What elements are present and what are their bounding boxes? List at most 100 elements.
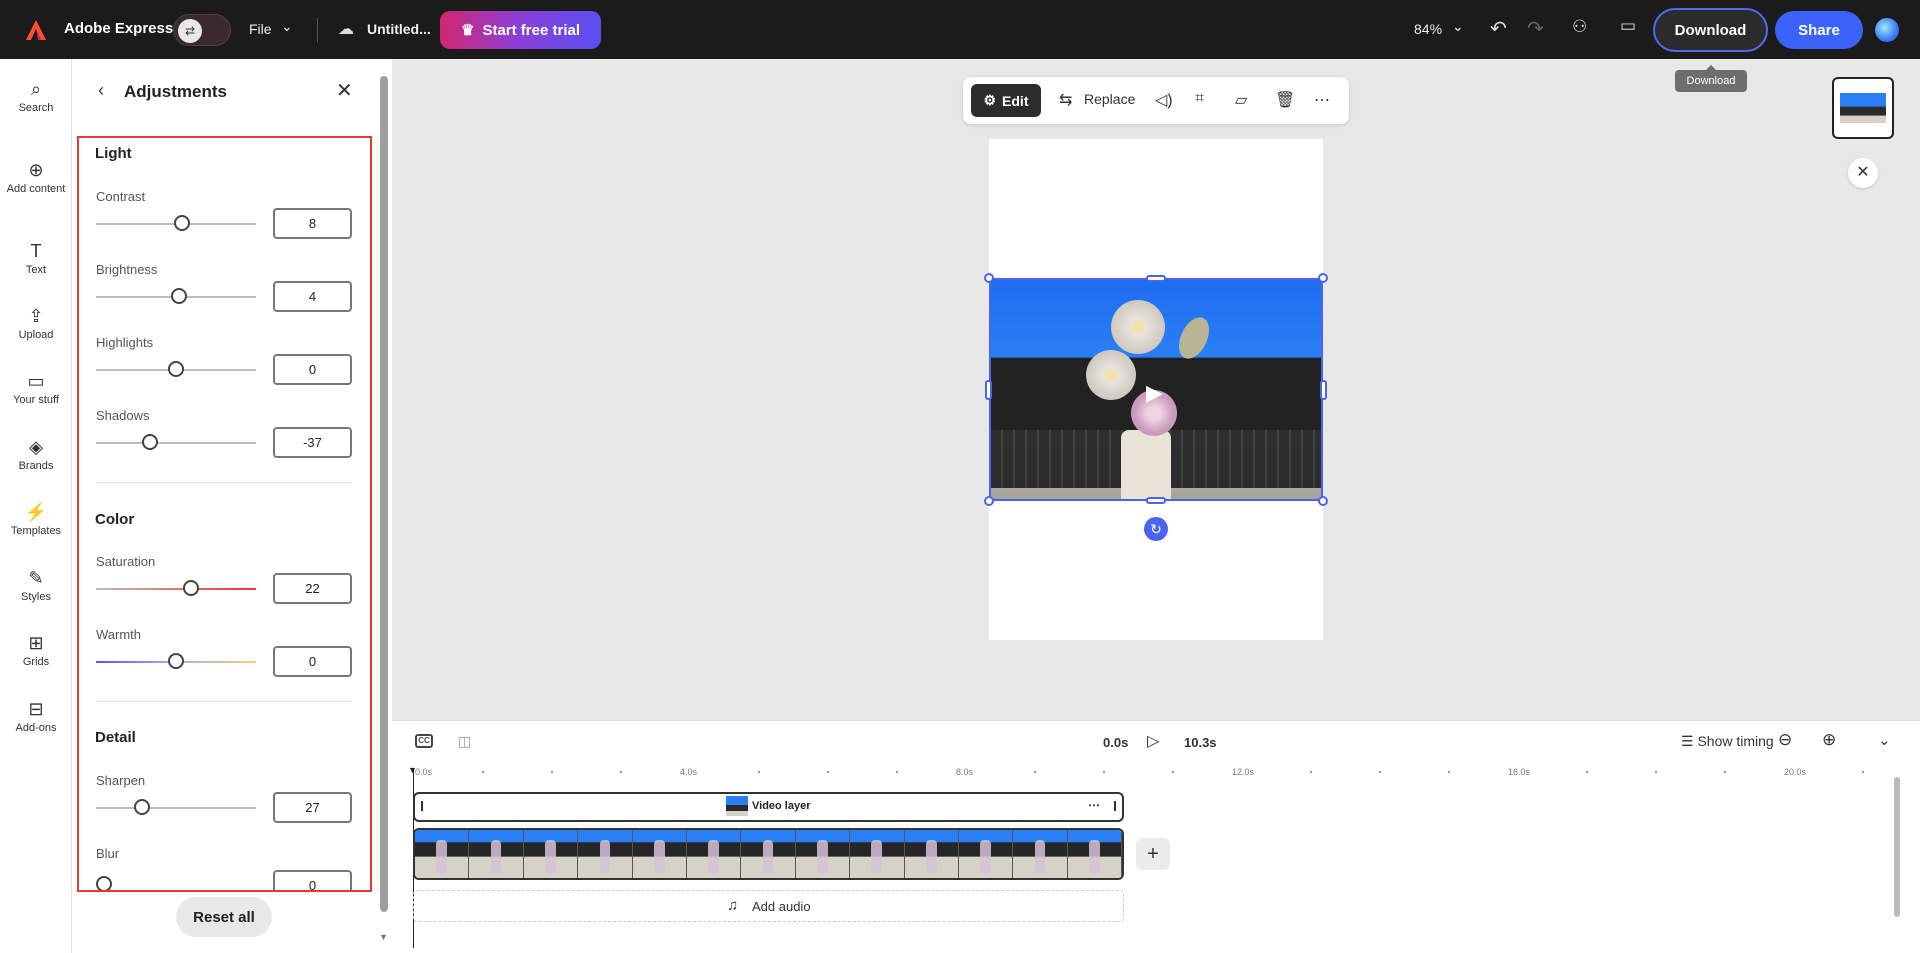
- rail-item-search[interactable]: ⌕ Search: [0, 80, 72, 115]
- highlights-slider-thumb[interactable]: [168, 361, 184, 377]
- rail-item-upload[interactable]: ⇪ Upload: [0, 306, 72, 342]
- rail-item-templates[interactable]: ⚡ Templates: [0, 503, 72, 538]
- highlights-input[interactable]: 0: [273, 354, 352, 385]
- resize-handle[interactable]: [1320, 380, 1327, 400]
- start-free-trial-button[interactable]: ♛ Start free trial: [440, 11, 601, 49]
- shadows-input[interactable]: -37: [273, 427, 352, 458]
- invite-icon[interactable]: ⚇: [1572, 17, 1587, 37]
- timeline-scrollbar[interactable]: [1894, 777, 1900, 917]
- music-note-icon: ♫: [727, 897, 739, 914]
- sharpen-slider[interactable]: [96, 807, 256, 809]
- chevron-down-icon[interactable]: ⌄: [1878, 731, 1891, 749]
- split-icon[interactable]: ◫: [458, 733, 471, 750]
- play-icon[interactable]: ▶: [1146, 380, 1163, 406]
- upload-icon: ⇪: [28, 306, 44, 326]
- download-tooltip: Download: [1675, 65, 1747, 92]
- add-clip-button[interactable]: +: [1136, 838, 1170, 870]
- styles-icon: ✎: [28, 568, 44, 588]
- download-button[interactable]: Download: [1653, 8, 1768, 52]
- avatar[interactable]: [1875, 18, 1899, 42]
- adobe-logo-icon[interactable]: [24, 18, 48, 42]
- shadows-slider-thumb[interactable]: [142, 434, 158, 450]
- blur-slider-thumb[interactable]: [96, 876, 112, 890]
- chevron-down-icon[interactable]: ⌄: [281, 18, 293, 35]
- edit-button[interactable]: ⚙ Edit: [971, 84, 1041, 117]
- resize-handle[interactable]: [985, 380, 992, 400]
- saturation-slider[interactable]: [96, 588, 256, 590]
- reset-all-button[interactable]: Reset all: [176, 897, 272, 937]
- comment-icon[interactable]: ▭: [1620, 16, 1636, 36]
- blur-input[interactable]: 0: [273, 870, 352, 890]
- rail-item-add-ons[interactable]: ⊟ Add-ons: [0, 699, 72, 735]
- zoom-level[interactable]: 84%: [1414, 21, 1442, 37]
- brightness-input[interactable]: 4: [273, 281, 352, 312]
- top-bar: Adobe Express ⇄ File ⌄ ☁ Untitled... ♛ S…: [0, 0, 1920, 59]
- brightness-slider-thumb[interactable]: [171, 288, 187, 304]
- rail-label: Text: [25, 264, 47, 276]
- close-icon[interactable]: ✕: [1848, 158, 1878, 188]
- trim-handle-left[interactable]: [421, 801, 423, 811]
- undo-icon[interactable]: ↶: [1490, 16, 1507, 41]
- zoom-in-icon[interactable]: ⊕: [1822, 730, 1836, 750]
- panel-scrollbar[interactable]: [380, 76, 388, 912]
- sharpen-slider-thumb[interactable]: [134, 799, 150, 815]
- file-menu[interactable]: File: [249, 21, 272, 37]
- film-frame: [958, 830, 1014, 878]
- crop-icon[interactable]: ⌗: [1195, 90, 1204, 108]
- rail-label: Styles: [21, 591, 51, 603]
- page-thumbnail[interactable]: [1832, 77, 1894, 139]
- trim-handle-right[interactable]: [1114, 801, 1116, 811]
- replace-icon[interactable]: ⇆: [1059, 90, 1072, 110]
- back-arrow-icon[interactable]: ‹: [98, 80, 104, 101]
- resize-handle[interactable]: [1318, 496, 1328, 506]
- close-icon[interactable]: ✕: [336, 78, 353, 103]
- shadows-slider[interactable]: [96, 442, 256, 444]
- captions-icon[interactable]: CC: [415, 734, 433, 748]
- saturation-slider-thumb[interactable]: [183, 580, 199, 596]
- video-filmstrip[interactable]: [413, 828, 1124, 880]
- addons-icon: ⊟: [28, 699, 44, 719]
- resize-handle[interactable]: [984, 273, 994, 283]
- volume-icon[interactable]: ◁): [1155, 90, 1173, 110]
- sharpen-input[interactable]: 27: [273, 792, 352, 823]
- blur-control-clip: 0: [79, 870, 370, 890]
- resize-handle[interactable]: [984, 496, 994, 506]
- add-audio-label[interactable]: Add audio: [752, 899, 811, 914]
- contrast-input[interactable]: 8: [273, 208, 352, 239]
- trash-icon[interactable]: 🗑: [1275, 90, 1295, 110]
- resize-handle[interactable]: [1318, 273, 1328, 283]
- rail-item-add-content[interactable]: ⊕ Add content: [0, 161, 72, 196]
- warmth-input[interactable]: 0: [273, 646, 352, 677]
- contrast-slider-thumb[interactable]: [174, 215, 190, 231]
- redo-icon[interactable]: ↷: [1527, 16, 1544, 41]
- rail-item-your-stuff[interactable]: ▭ Your stuff: [0, 372, 72, 407]
- scroll-down-icon[interactable]: ▼: [379, 932, 388, 942]
- resize-handle[interactable]: [1146, 497, 1166, 504]
- saturation-label: Saturation: [96, 554, 156, 569]
- film-frame: [523, 830, 579, 878]
- rail-label: Search: [18, 102, 54, 114]
- resize-handle[interactable]: [1146, 275, 1166, 282]
- show-timing-button[interactable]: ☰ Show timing: [1681, 733, 1774, 750]
- left-rail: ⌕ Search ⊕ Add content T Text ⇪ Upload ▭…: [0, 59, 72, 953]
- rotate-icon[interactable]: ↻: [1144, 517, 1168, 541]
- zoom-out-icon[interactable]: ⊖: [1778, 730, 1792, 750]
- chevron-down-icon[interactable]: ⌄: [1452, 18, 1464, 35]
- replace-button[interactable]: Replace: [1084, 91, 1135, 107]
- rail-item-brands[interactable]: ◈ Brands: [0, 438, 72, 473]
- warmth-slider-thumb[interactable]: [168, 653, 184, 669]
- rail-item-styles[interactable]: ✎ Styles: [0, 568, 72, 604]
- theme-toggle[interactable]: ⇄: [173, 14, 231, 46]
- share-button[interactable]: Share: [1775, 11, 1863, 49]
- comment-icon[interactable]: ▱: [1235, 90, 1247, 110]
- ruler-tick: [1448, 771, 1450, 773]
- more-icon[interactable]: ⋯: [1314, 90, 1330, 110]
- rail-item-grids[interactable]: ⊞ Grids: [0, 634, 72, 669]
- play-icon[interactable]: ▷: [1147, 731, 1159, 751]
- document-title[interactable]: Untitled...: [367, 21, 431, 37]
- ruler-tick: [1310, 771, 1312, 773]
- video-element[interactable]: ▶: [989, 278, 1323, 501]
- more-icon[interactable]: ⋯: [1088, 798, 1100, 812]
- rail-item-text[interactable]: T Text: [0, 242, 72, 277]
- saturation-input[interactable]: 22: [273, 573, 352, 604]
